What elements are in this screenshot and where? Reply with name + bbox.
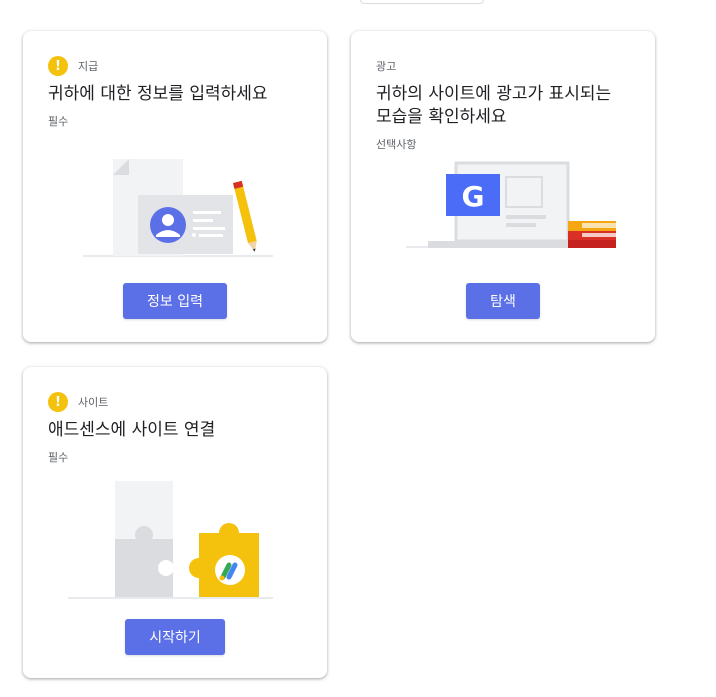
connect-site-card: ! 사이트 애드센스에 사이트 연결 필수 시작하기 (23, 367, 327, 678)
google-g-icon: G (462, 180, 485, 213)
category-row: ! 지급 (48, 56, 307, 76)
requirement-label: 필수 (48, 451, 69, 464)
explore-button[interactable]: 탐색 (466, 283, 540, 319)
card-header: ! 지급 귀하에 대한 정보를 입력하세요 필수 (48, 56, 307, 129)
payment-info-card: ! 지급 귀하에 대한 정보를 입력하세요 필수 정보 입력 (23, 31, 327, 342)
category-label: 지급 (78, 60, 99, 73)
category-row: ! 사이트 (48, 392, 307, 412)
laptop-ad-illustration: G (406, 161, 616, 248)
requirement-label: 선택사항 (376, 138, 417, 151)
get-started-button[interactable]: 시작하기 (125, 619, 225, 655)
card-title: 귀하에 대한 정보를 입력하세요 (48, 84, 268, 104)
top-dropdown-chip[interactable] (360, 0, 484, 4)
category-row: 광고 (376, 56, 635, 76)
card-header: 광고 귀하의 사이트에 광고가 표시되는 모습을 확인하세요 선택사항 (376, 56, 635, 152)
card-title: 애드센스에 사이트 연결 (48, 420, 216, 440)
warning-icon: ! (48, 392, 68, 412)
requirement-label: 필수 (48, 115, 69, 128)
card-title: 귀하의 사이트에 광고가 표시되는 모습을 확인하세요 (376, 83, 635, 129)
warning-icon: ! (48, 56, 68, 76)
enter-info-button[interactable]: 정보 입력 (123, 283, 227, 319)
card-title-line-1: 귀하의 사이트에 광고가 표시되는 (376, 84, 612, 104)
category-label: 광고 (376, 60, 397, 73)
ad-preview-card: 광고 귀하의 사이트에 광고가 표시되는 모습을 확인하세요 선택사항 G 탐색 (351, 31, 655, 342)
puzzle-illustration (68, 481, 273, 599)
card-header: ! 사이트 애드센스에 사이트 연결 필수 (48, 392, 307, 465)
category-label: 사이트 (78, 396, 109, 409)
card-title-line-2: 모습을 확인하세요 (376, 107, 507, 127)
id-card-illustration (83, 159, 273, 257)
